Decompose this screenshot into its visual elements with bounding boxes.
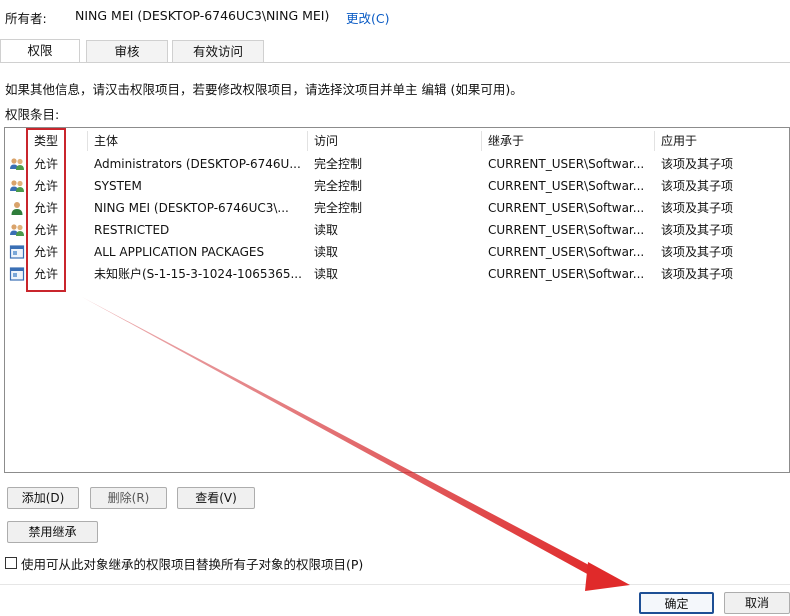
row-inherited-from: CURRENT_USER\Softwar...	[488, 157, 645, 171]
view-button[interactable]: 查看(V)	[177, 487, 255, 509]
row-applies-to: 该项及其子项	[661, 245, 734, 259]
row-access: 读取	[314, 223, 339, 237]
table-row[interactable]: 允许 Administrators (DESKTOP-6746U... 完全控制…	[5, 153, 789, 175]
column-header-inherited-from[interactable]: 继承于	[488, 131, 524, 151]
row-applies-to: 该项及其子项	[661, 157, 734, 171]
column-header-access[interactable]: 访问	[314, 131, 338, 151]
column-header-principal[interactable]: 主体	[94, 131, 118, 151]
owner-value: NING MEI (DESKTOP-6746UC3\NING MEI)	[75, 8, 330, 23]
column-divider[interactable]	[87, 131, 88, 151]
row-principal: 未知账户(S-1-15-3-1024-1065365...	[94, 267, 302, 281]
row-inherited-from: CURRENT_USER\Softwar...	[488, 179, 645, 193]
tab-divider	[0, 62, 790, 63]
row-applies-to: 该项及其子项	[661, 201, 734, 215]
table-row[interactable]: 允许 SYSTEM 完全控制 CURRENT_USER\Softwar... 该…	[5, 175, 789, 197]
annotation-arrow-head	[585, 562, 630, 591]
app-package-icon	[9, 267, 25, 281]
users-group-icon	[10, 180, 24, 192]
tab-permissions[interactable]: 权限	[0, 39, 80, 63]
table-row[interactable]: 允许 未知账户(S-1-15-3-1024-1065365... 读取 CURR…	[5, 263, 789, 285]
column-divider[interactable]	[481, 131, 482, 151]
disable-inheritance-button[interactable]: 禁用继承	[7, 521, 98, 543]
tab-effective-access[interactable]: 有效访问	[172, 40, 264, 62]
column-divider[interactable]	[307, 131, 308, 151]
users-group-icon	[10, 224, 24, 236]
row-principal: ALL APPLICATION PACKAGES	[94, 245, 265, 259]
ok-button[interactable]: 确定	[639, 592, 714, 614]
row-access: 完全控制	[314, 201, 363, 215]
row-applies-to: 该项及其子项	[661, 223, 734, 237]
row-inherited-from: CURRENT_USER\Softwar...	[488, 245, 645, 259]
column-header-applies-to[interactable]: 应用于	[661, 131, 697, 151]
table-row[interactable]: 允许 RESTRICTED 读取 CURRENT_USER\Softwar...…	[5, 219, 789, 241]
cancel-button[interactable]: 取消	[724, 592, 790, 614]
owner-label: 所有者:	[5, 11, 47, 26]
annotation-highlight-box	[26, 128, 66, 292]
row-principal: NING MEI (DESKTOP-6746UC3\...	[94, 201, 289, 215]
row-principal: Administrators (DESKTOP-6746U...	[94, 157, 301, 171]
footer-divider	[0, 584, 790, 585]
row-access: 读取	[314, 267, 339, 281]
single-user-icon	[11, 202, 23, 215]
users-group-icon	[10, 158, 24, 170]
row-access: 完全控制	[314, 157, 363, 171]
row-access: 读取	[314, 245, 339, 259]
tab-auditing[interactable]: 审核	[86, 40, 168, 62]
table-row[interactable]: 允许 ALL APPLICATION PACKAGES 读取 CURRENT_U…	[5, 241, 789, 263]
replace-child-permissions-label[interactable]: 使用可从此对象继承的权限项目替换所有子对象的权限项目(P)	[21, 554, 363, 573]
tab-strip: 权限 审核 有效访问	[0, 39, 790, 63]
row-inherited-from: CURRENT_USER\Softwar...	[488, 223, 645, 237]
permission-entries-label: 权限条目:	[5, 107, 60, 122]
row-inherited-from: CURRENT_USER\Softwar...	[488, 267, 645, 281]
row-principal: RESTRICTED	[94, 223, 170, 237]
change-owner-link[interactable]: 更改(C)	[346, 8, 389, 27]
info-text: 如果其他信息，请汉击权限项目，若要修改权限项目，请选择汶项目并单主 编辑 (如果…	[5, 82, 523, 97]
remove-button[interactable]: 删除(R)	[90, 487, 167, 509]
row-access: 完全控制	[314, 179, 363, 193]
table-row[interactable]: 允许 NING MEI (DESKTOP-6746UC3\... 完全控制 CU…	[5, 197, 789, 219]
column-divider[interactable]	[654, 131, 655, 151]
row-principal: SYSTEM	[94, 179, 142, 193]
permission-entries-list[interactable]: 类型 主体 访问 继承于 应用于 允许 Administrators (DESK…	[4, 127, 790, 473]
replace-child-permissions-checkbox[interactable]	[5, 557, 17, 569]
row-applies-to: 该项及其子项	[661, 267, 734, 281]
add-button[interactable]: 添加(D)	[7, 487, 79, 509]
app-package-icon	[9, 245, 25, 259]
row-inherited-from: CURRENT_USER\Softwar...	[488, 201, 645, 215]
row-applies-to: 该项及其子项	[661, 179, 734, 193]
